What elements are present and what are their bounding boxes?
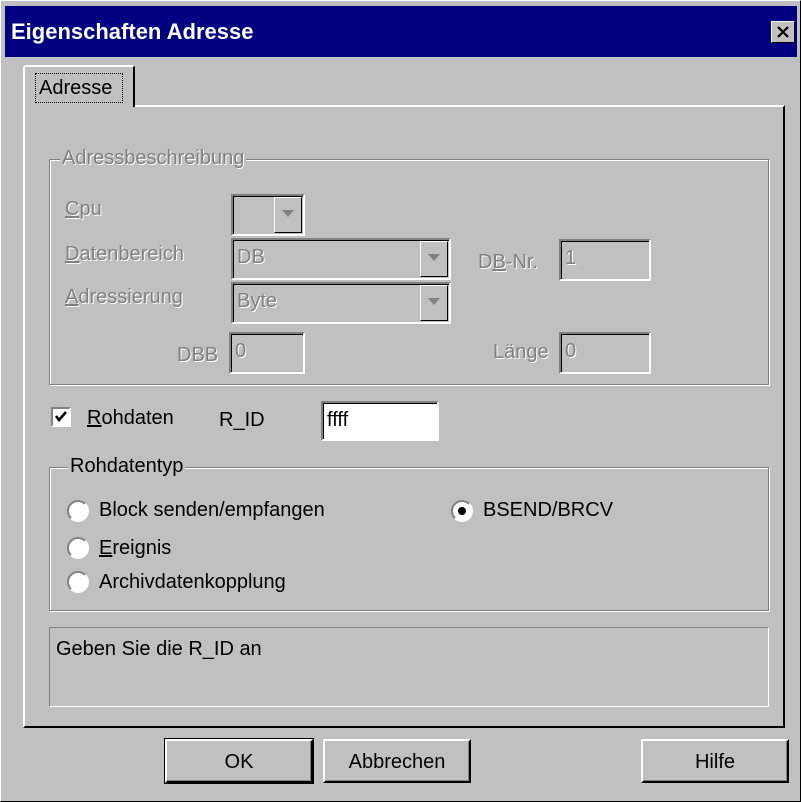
rohdaten-label[interactable]: Rohdaten (87, 407, 174, 430)
dbb-field[interactable]: 0 (229, 332, 305, 374)
datenbereich-dropdown[interactable]: DB (231, 238, 451, 280)
dbb-value: 0 (235, 340, 247, 362)
radio-bsend-brcv[interactable] (451, 500, 473, 522)
laenge-label: Länge (493, 341, 549, 363)
group-legend: Rohdatentyp (68, 455, 186, 478)
checkmark-icon (54, 411, 67, 423)
cancel-button[interactable]: Abbrechen (323, 739, 471, 783)
radio-bsend-brcv-label[interactable]: BSEND/BRCV (483, 499, 613, 522)
chevron-down-icon (428, 254, 440, 261)
datenbereich-label: Datenbereich (65, 243, 184, 265)
group-legend: Adressbeschreibung (60, 147, 247, 170)
dbb-label: DBB (177, 344, 219, 366)
hint-box: Geben Sie die R_ID an (49, 627, 769, 707)
r-id-label: R_ID (219, 409, 265, 431)
close-button[interactable] (771, 21, 795, 43)
r-id-value: ffff (327, 409, 349, 431)
ok-button-label: OK (224, 751, 254, 773)
window-title: Eigenschaften Adresse (11, 19, 254, 44)
help-button-label: Hilfe (694, 751, 735, 773)
title-bar: Eigenschaften Adresse (5, 6, 797, 57)
chevron-down-icon (428, 298, 440, 305)
adressierung-label: Adressierung (65, 286, 183, 308)
db-nr-value: 1 (565, 247, 577, 269)
cpu-label: Cpu (65, 198, 102, 220)
chevron-down-icon (282, 210, 294, 217)
tab-label: Adresse (39, 77, 113, 99)
r-id-input[interactable]: ffff (321, 401, 439, 441)
hint-text: Geben Sie die R_ID an (56, 638, 262, 660)
ok-button[interactable]: OK (164, 738, 314, 784)
laenge-field[interactable]: 0 (559, 332, 651, 374)
radio-archivdatenkopplung[interactable] (67, 571, 89, 593)
adressierung-dropdown[interactable]: Byte (231, 282, 451, 324)
radio-ereignis[interactable] (67, 537, 89, 559)
dialog-window: Eigenschaften Adresse Adresse Adressbesc… (0, 0, 801, 802)
rohdaten-checkbox[interactable] (51, 407, 71, 427)
help-button[interactable]: Hilfe (641, 739, 789, 783)
radio-selected-dot (458, 507, 466, 515)
radio-block-senden-label[interactable]: Block senden/empfangen (99, 499, 325, 522)
datenbereich-dropdown-button[interactable] (420, 241, 448, 277)
cancel-button-label: Abbrechen (348, 751, 446, 773)
adressierung-dropdown-button[interactable] (420, 285, 448, 321)
laenge-value: 0 (565, 340, 577, 362)
radio-block-senden[interactable] (67, 500, 89, 522)
adressierung-value: Byte (237, 290, 278, 312)
radio-archivdatenkopplung-label[interactable]: Archivdatenkopplung (99, 571, 286, 594)
cpu-dropdown[interactable] (231, 194, 305, 236)
close-icon (777, 26, 789, 38)
cpu-dropdown-button[interactable] (274, 197, 302, 233)
radio-ereignis-label[interactable]: Ereignis (99, 537, 171, 560)
tab-adresse[interactable]: Adresse (23, 65, 135, 107)
db-nr-label: DB-Nr. (478, 251, 539, 273)
db-nr-field[interactable]: 1 (559, 239, 651, 281)
datenbereich-value: DB (237, 246, 265, 268)
